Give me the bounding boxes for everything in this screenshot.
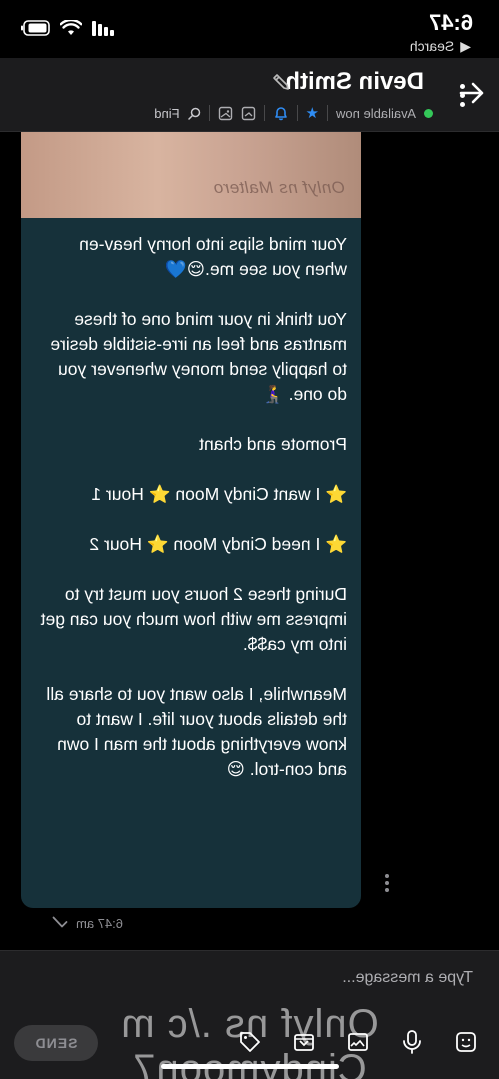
message-bubble[interactable]: Onlyf ns Maltero Your mind slips into ho… bbox=[21, 132, 361, 908]
back-app-label: Search bbox=[409, 38, 455, 54]
message-paragraph: Your mind slips into horny heav-en when … bbox=[79, 234, 347, 279]
divider bbox=[296, 105, 298, 121]
cellular-signal-icon bbox=[92, 20, 114, 36]
message-image[interactable]: Onlyf ns Maltero bbox=[21, 132, 361, 218]
delivered-check-icon bbox=[52, 916, 68, 931]
presence-dot bbox=[424, 108, 433, 118]
message-paragraph: Promote and chant bbox=[199, 434, 347, 454]
contact-name[interactable]: Devin Smith bbox=[285, 68, 424, 96]
message-paragraph: Meanwhile, I also want you to share all … bbox=[46, 684, 347, 779]
divider bbox=[263, 105, 265, 121]
presence-status: Available now bbox=[336, 105, 416, 121]
chat-header: Devin Smith Available now ★ Find bbox=[0, 58, 499, 132]
wifi-icon bbox=[60, 20, 82, 36]
message-paragraph: ⭐ I need Cindy Moon ⭐ Hour 2 bbox=[89, 534, 347, 554]
chat-thread[interactable]: Onlyf ns Maltero Your mind slips into ho… bbox=[0, 132, 499, 950]
message-paragraph: ⭐ I want Cindy Moon ⭐ Hour 1 bbox=[91, 484, 347, 504]
mirrored-screen: 6:47 ◀ Search Devin Smith Available now ★… bbox=[0, 0, 499, 1079]
star-icon[interactable]: ★ bbox=[306, 104, 319, 122]
home-indicator[interactable] bbox=[161, 1064, 339, 1069]
status-bar: 6:47 ◀ Search bbox=[0, 0, 499, 58]
pencil-icon[interactable] bbox=[271, 72, 291, 97]
back-to-app[interactable]: ◀ Search bbox=[410, 38, 471, 55]
back-chevron-icon: ◀ bbox=[460, 38, 471, 54]
status-time: 6:47 bbox=[428, 10, 473, 35]
bell-icon[interactable] bbox=[273, 105, 289, 121]
find-label[interactable]: Find bbox=[154, 106, 179, 121]
message-paragraph: You think in your mind one of these mant… bbox=[50, 309, 347, 404]
message-timestamp: 6:47 am bbox=[76, 916, 123, 931]
header-subrow: Available now ★ Find bbox=[154, 104, 433, 122]
more-vertical-icon[interactable] bbox=[460, 84, 465, 107]
battery-icon bbox=[20, 20, 50, 36]
image-watermark: Onlyf ns Maltero bbox=[213, 178, 345, 197]
divider bbox=[208, 105, 210, 121]
media-icon[interactable] bbox=[241, 106, 256, 121]
search-icon[interactable] bbox=[187, 107, 201, 120]
message-paragraph: During these 2 hours you must try to imp… bbox=[40, 584, 347, 654]
gallery-icon[interactable] bbox=[218, 106, 233, 121]
message-text: Your mind slips into horny heav-en when … bbox=[35, 232, 347, 807]
message-input[interactable] bbox=[33, 965, 473, 991]
message-options-icon[interactable] bbox=[385, 874, 389, 892]
status-icons bbox=[20, 20, 114, 36]
message-meta: 6:47 am bbox=[52, 916, 123, 931]
divider bbox=[327, 105, 329, 121]
